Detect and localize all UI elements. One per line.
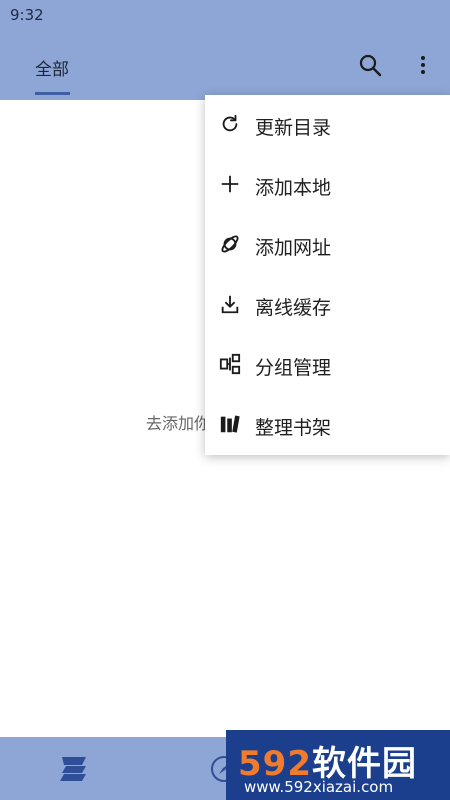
empty-hint: 去添加你 bbox=[146, 414, 211, 433]
more-vertical-icon[interactable] bbox=[410, 52, 436, 78]
menu-item-label: 离线缓存 bbox=[255, 297, 332, 319]
planet-icon bbox=[221, 235, 239, 253]
menu-item-arrange-shelf[interactable]: 整理书架 bbox=[205, 395, 450, 455]
menu-item-group-manage[interactable]: 分组管理 bbox=[205, 335, 450, 395]
menu-item-offline-cache[interactable]: 离线缓存 bbox=[205, 275, 450, 335]
menu-item-label: 更新目录 bbox=[255, 117, 332, 139]
menu-item-label: 整理书架 bbox=[255, 417, 332, 439]
app-bar: 全部 bbox=[0, 30, 450, 100]
bookshelf-brand-icon[interactable] bbox=[58, 755, 90, 783]
watermark-url: www.592xiazai.com bbox=[244, 778, 394, 796]
menu-item-label: 添加本地 bbox=[255, 177, 332, 199]
menu-item-add-local[interactable]: 添加本地 bbox=[205, 155, 450, 215]
search-icon[interactable] bbox=[357, 52, 383, 78]
tab-indicator bbox=[35, 92, 70, 95]
watermark-logo: 592软件园 www.592xiazai.com bbox=[226, 730, 450, 800]
menu-item-label: 添加网址 bbox=[255, 237, 332, 259]
status-time: 9:32 bbox=[10, 6, 44, 24]
menu-item-add-url[interactable]: 添加网址 bbox=[205, 215, 450, 275]
download-icon bbox=[221, 295, 239, 314]
menu-item-label: 分组管理 bbox=[255, 357, 332, 379]
status-bar: 9:32 bbox=[0, 0, 450, 30]
group-icon bbox=[219, 353, 241, 375]
menu-item-refresh[interactable]: 更新目录 bbox=[205, 95, 450, 155]
refresh-icon bbox=[222, 114, 238, 132]
bookshelf-icon bbox=[220, 415, 240, 433]
overflow-menu: 更新目录 添加本地 添加网址 离线缓存 分组管理 整理书架 bbox=[205, 95, 450, 455]
plus-icon bbox=[221, 175, 239, 193]
tab-all[interactable]: 全部 bbox=[35, 55, 69, 80]
